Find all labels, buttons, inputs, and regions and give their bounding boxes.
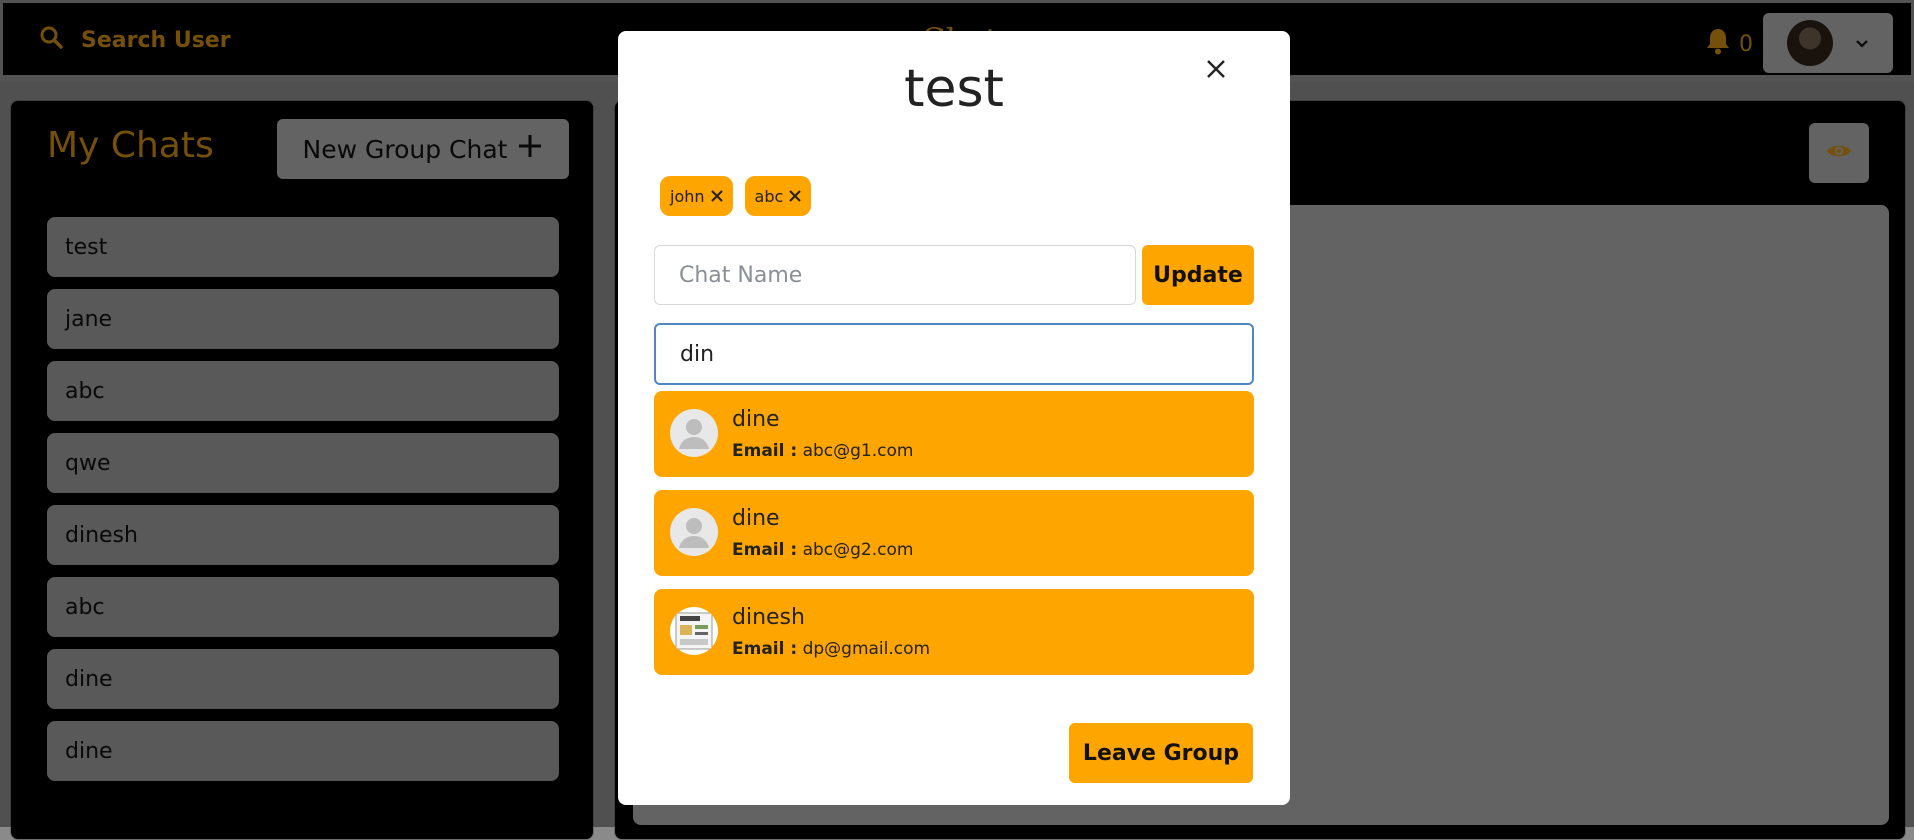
modal-title: test	[904, 59, 1004, 119]
member-name: john	[670, 186, 705, 206]
member-name: abc	[754, 186, 784, 206]
user-email: Email : abc@g2.com	[732, 540, 914, 560]
user-email: Email : dp@gmail.com	[732, 639, 931, 659]
update-button[interactable]: Update	[1142, 245, 1254, 305]
chat-name-input[interactable]	[654, 245, 1136, 305]
default-avatar-icon	[670, 409, 718, 457]
user-list-item[interactable]: dine Email : abc@g1.com	[654, 391, 1254, 477]
group-members: john abc	[660, 176, 812, 216]
user-photo-avatar	[670, 607, 718, 655]
close-button[interactable]	[1198, 53, 1234, 89]
remove-member-icon[interactable]	[789, 187, 801, 206]
user-name: dinesh	[732, 605, 805, 630]
update-group-modal: test john abc Update dine Email : abc@	[618, 31, 1290, 805]
user-search-results: dine Email : abc@g1.com dine Email : abc…	[654, 391, 1254, 688]
close-icon	[1205, 58, 1227, 84]
member-badge: john	[660, 176, 733, 216]
leave-group-button[interactable]: Leave Group	[1069, 723, 1253, 783]
add-user-input[interactable]	[654, 323, 1254, 385]
default-avatar-icon	[670, 508, 718, 556]
member-badge: abc	[744, 176, 812, 216]
user-name: dine	[732, 407, 780, 432]
user-email: Email : abc@g1.com	[732, 441, 914, 461]
remove-member-icon[interactable]	[710, 187, 723, 206]
user-name: dine	[732, 506, 780, 531]
user-list-item[interactable]: dinesh Email : dp@gmail.com	[654, 589, 1254, 675]
user-list-item[interactable]: dine Email : abc@g2.com	[654, 490, 1254, 576]
